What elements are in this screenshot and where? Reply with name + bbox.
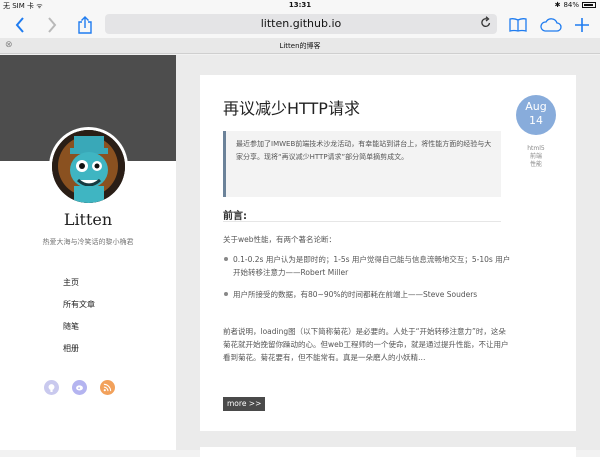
- battery-icon: [582, 2, 596, 8]
- new-tab-icon[interactable]: [572, 11, 592, 38]
- sidebar-item-essays[interactable]: 随笔: [63, 321, 95, 343]
- sidebar-item-all-posts[interactable]: 所有文章: [63, 299, 95, 321]
- blog-sidebar: Litten 热爱大海与冷笑话的黎小桷君 主页 所有文章 随笔 相册: [0, 55, 176, 450]
- avatar[interactable]: [49, 127, 128, 206]
- status-bar: 无 SIM 卡 ᯤ 13:31 ✱ 84%: [0, 0, 600, 11]
- next-post-card: [200, 447, 576, 457]
- share-icon[interactable]: [74, 11, 96, 38]
- more-button[interactable]: more >>: [223, 397, 266, 411]
- github-icon[interactable]: [44, 380, 59, 395]
- battery-percent: 84%: [563, 1, 579, 9]
- date-month: Aug: [525, 100, 547, 113]
- date-day: 14: [529, 114, 543, 127]
- section-heading: 前言:: [223, 211, 247, 222]
- author-motto: 热爱大海与冷笑话的黎小桷君: [42, 238, 134, 246]
- blog-author-name: Litten: [63, 210, 113, 229]
- back-icon[interactable]: [10, 11, 30, 38]
- sidebar-item-album[interactable]: 相册: [63, 343, 95, 365]
- avatar-image: [52, 130, 125, 203]
- tag-frontend[interactable]: 前端: [516, 153, 556, 161]
- clock: 13:31: [288, 1, 312, 9]
- weibo-icon[interactable]: [72, 380, 87, 395]
- rss-icon[interactable]: [100, 380, 115, 395]
- post-title[interactable]: 再议减少HTTP请求: [223, 95, 360, 119]
- intro-text: 关于web性能，有两个著名论断：: [223, 235, 337, 244]
- tab-title[interactable]: Litten的博客: [0, 41, 600, 51]
- date-badge: Aug 14: [516, 95, 556, 135]
- post-tags: html5 前端 性能: [516, 145, 556, 169]
- post-card: 再议减少HTTP请求 Aug 14 html5 前端 性能 最近参加了IMWEB…: [200, 75, 576, 431]
- post-quote: 最近参加了IMWEB前端技术沙龙活动，有幸能站到讲台上，将性能方面的经验与大家分…: [223, 131, 501, 197]
- tag-performance[interactable]: 性能: [516, 161, 556, 169]
- reload-icon[interactable]: [481, 16, 491, 31]
- url-text: litten.github.io: [260, 17, 342, 30]
- address-bar[interactable]: litten.github.io: [105, 14, 497, 34]
- tab-bar: ⊗ Litten的博客: [0, 38, 600, 54]
- divider: [223, 221, 501, 222]
- tag-html5[interactable]: html5: [516, 145, 556, 153]
- social-links: [44, 380, 115, 395]
- browser-toolbar: litten.github.io: [0, 11, 600, 38]
- body-text: 前者说明，loading图（以下简称菊花）是必要的。人处于“开始转移注意力”时，…: [223, 327, 509, 362]
- sidebar-item-home[interactable]: 主页: [63, 277, 95, 299]
- bullet-item: 用户所接受的数据，有80~90%的时间都耗在前端上——Steve Souders: [223, 288, 513, 301]
- cloud-tabs-icon[interactable]: [538, 11, 564, 38]
- sidebar-nav: 主页 所有文章 随笔 相册: [63, 277, 95, 365]
- bluetooth-icon: ✱: [554, 1, 561, 9]
- bullet-item: 0.1-0.2s 用户认为是即时的；1-5s 用户觉得自己能与信息流畅地交互；5…: [223, 253, 513, 279]
- status-right: ✱ 84%: [555, 1, 596, 9]
- main-content: 再议减少HTTP请求 Aug 14 html5 前端 性能 最近参加了IMWEB…: [176, 55, 600, 457]
- bookmarks-icon[interactable]: [508, 11, 528, 38]
- forward-icon[interactable]: [42, 11, 62, 38]
